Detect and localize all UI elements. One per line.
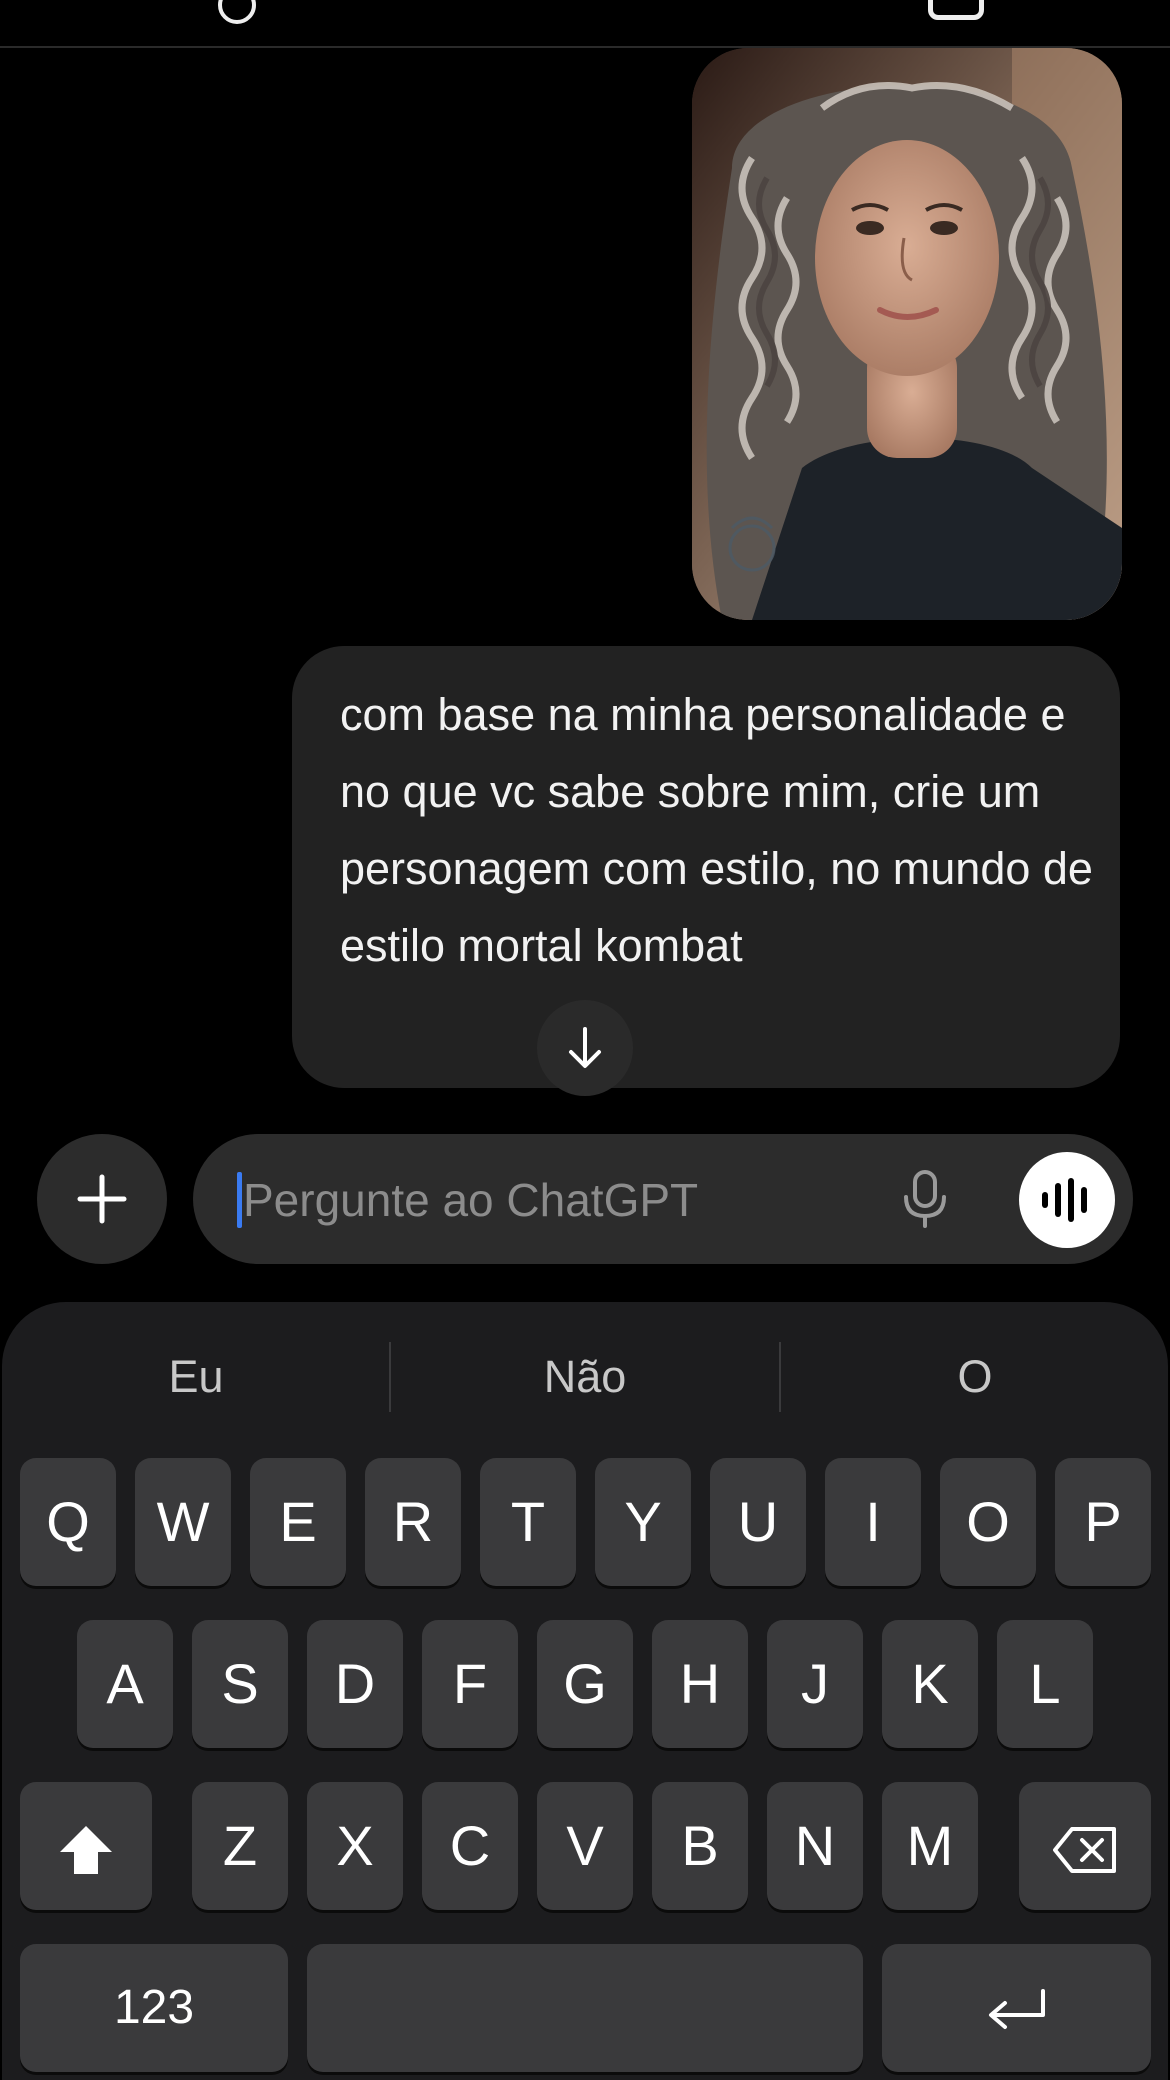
key-d[interactable]: D <box>307 1620 403 1748</box>
key-v[interactable]: V <box>537 1782 633 1910</box>
backspace-icon <box>1053 1827 1116 1874</box>
user-message-bubble[interactable]: com base na minha personalidade e no que… <box>292 646 1120 1088</box>
suggestion-3[interactable]: O <box>781 1342 1169 1412</box>
key-k[interactable]: K <box>882 1620 978 1748</box>
key-o[interactable]: O <box>940 1458 1036 1586</box>
chat-screen: com base na minha personalidade e no que… <box>0 0 1170 2080</box>
key-n[interactable]: N <box>767 1782 863 1910</box>
key-h[interactable]: H <box>652 1620 748 1748</box>
key-p[interactable]: P <box>1055 1458 1151 1586</box>
key-w[interactable]: W <box>135 1458 231 1586</box>
suggestion-1[interactable]: Eu <box>2 1342 390 1412</box>
attach-button[interactable] <box>37 1134 167 1264</box>
arrow-down-icon <box>569 1027 601 1068</box>
key-b[interactable]: B <box>652 1782 748 1910</box>
photo-message[interactable] <box>692 48 1122 620</box>
key-e[interactable]: E <box>250 1458 346 1586</box>
key-i[interactable]: I <box>825 1458 921 1586</box>
plus-icon <box>77 1174 127 1224</box>
key-y[interactable]: Y <box>595 1458 691 1586</box>
suggestion-2[interactable]: Não <box>391 1342 779 1412</box>
key-t[interactable]: T <box>480 1458 576 1586</box>
user-message-text: com base na minha personalidade e no que… <box>340 689 1093 971</box>
on-screen-keyboard: Eu Não O Q W E R T Y U I O P A S D F G H… <box>2 1302 1168 2080</box>
microphone-icon <box>904 1170 946 1228</box>
backspace-key[interactable] <box>1019 1782 1151 1910</box>
key-q[interactable]: Q <box>20 1458 116 1586</box>
predictive-bar: Eu Não O <box>2 1302 1168 1452</box>
key-r[interactable]: R <box>365 1458 461 1586</box>
return-key[interactable] <box>882 1944 1151 2072</box>
key-l[interactable]: L <box>997 1620 1093 1748</box>
key-m[interactable]: M <box>882 1782 978 1910</box>
shift-icon <box>60 1826 112 1875</box>
shift-key[interactable] <box>20 1782 152 1910</box>
voice-mode-button[interactable] <box>1019 1152 1115 1248</box>
new-chat-icon[interactable] <box>928 0 984 20</box>
message-input[interactable] <box>241 1162 845 1238</box>
scroll-down-button[interactable] <box>537 1000 633 1096</box>
portrait-photo <box>692 48 1122 620</box>
key-s[interactable]: S <box>192 1620 288 1748</box>
key-z[interactable]: Z <box>192 1782 288 1910</box>
menu-icon[interactable] <box>218 0 256 24</box>
voice-waveform-icon <box>1042 1178 1087 1222</box>
key-f[interactable]: F <box>422 1620 518 1748</box>
key-g[interactable]: G <box>537 1620 633 1748</box>
numbers-key[interactable]: 123 <box>20 1944 288 2072</box>
key-x[interactable]: X <box>307 1782 403 1910</box>
dictation-button[interactable] <box>893 1167 957 1231</box>
key-j[interactable]: J <box>767 1620 863 1748</box>
message-composer <box>193 1134 1133 1264</box>
key-a[interactable]: A <box>77 1620 173 1748</box>
space-bar[interactable] <box>307 1944 863 2072</box>
key-u[interactable]: U <box>710 1458 806 1586</box>
return-icon <box>988 1989 1045 2030</box>
key-c[interactable]: C <box>422 1782 518 1910</box>
top-bar <box>0 0 1170 48</box>
